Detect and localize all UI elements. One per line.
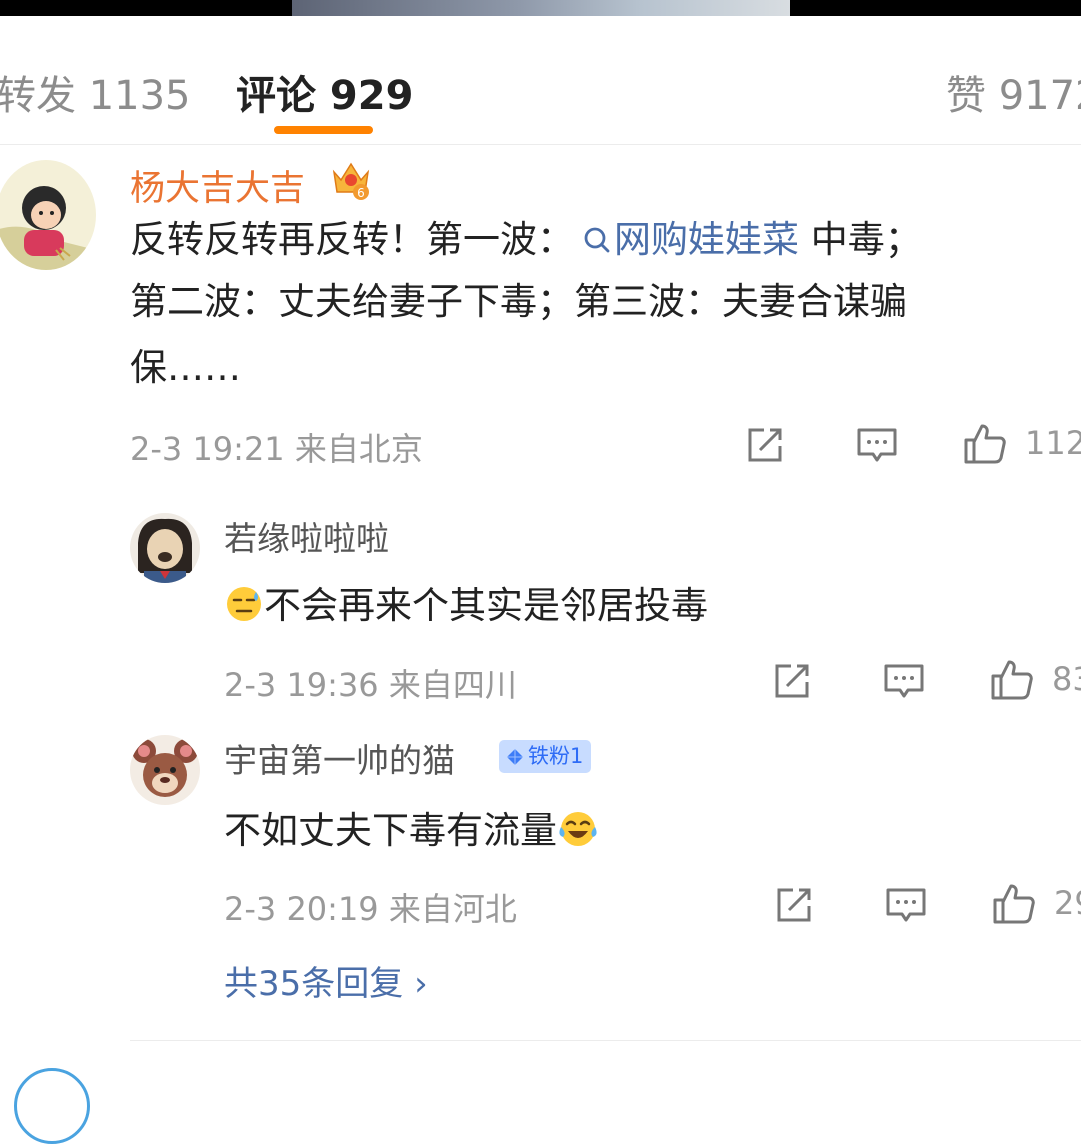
next-comment-avatar[interactable] <box>14 1068 90 1144</box>
grimace-emoji <box>227 587 261 621</box>
fan-badge-label: 铁粉1 <box>528 744 584 768</box>
reply-avatar[interactable] <box>130 513 200 583</box>
topic-text: 网购娃娃菜 <box>614 218 799 261</box>
tab-repost[interactable]: 转发 1135 <box>0 72 191 120</box>
like-count: 29 <box>1054 884 1081 922</box>
status-bar <box>0 0 1081 16</box>
search-icon <box>584 227 610 253</box>
crown-level: 6 <box>357 186 365 200</box>
more-replies-link[interactable]: 共35条回复 › <box>224 956 428 1005</box>
comment-icon[interactable] <box>855 424 899 466</box>
tab-comment[interactable]: 评论 929 <box>236 72 413 120</box>
tab-like[interactable]: 赞 9172 <box>946 72 1081 120</box>
crown-icon: 6 <box>330 156 372 204</box>
comment-text-part2: 中毒； <box>799 218 922 261</box>
reply-username[interactable]: 宇宙第一帅的猫 <box>224 734 455 782</box>
status-bar-strip <box>292 0 790 16</box>
like-icon[interactable] <box>991 880 1037 926</box>
comment-text-line1: 反转反转再反转！第一波： 网购娃娃菜 中毒； <box>130 218 922 262</box>
divider <box>130 1040 1081 1041</box>
comment-username[interactable]: 杨大吉大吉 <box>130 160 305 211</box>
comment-icon[interactable] <box>882 660 926 702</box>
reply-username[interactable]: 若缘啦啦啦 <box>224 512 389 560</box>
avatar[interactable] <box>0 160 96 270</box>
share-icon[interactable] <box>744 424 788 466</box>
reply-text-line: 不会再来个其实是邻居投毒 <box>224 575 708 629</box>
active-tab-indicator <box>274 126 373 134</box>
fan-badge[interactable]: 铁粉1 <box>499 740 592 773</box>
like-count: 83 <box>1052 660 1081 698</box>
reply-text: 不会再来个其实是邻居投毒 <box>264 584 708 627</box>
comment-text-line3: 保…… <box>130 346 241 389</box>
comment-text-part1: 反转反转再反转！第一波： <box>130 218 574 261</box>
like-icon[interactable] <box>989 656 1035 702</box>
reply-meta: 2-3 20:19 来自河北 <box>224 890 517 928</box>
share-icon[interactable] <box>773 884 817 926</box>
reply-text: 不如丈夫下毒有流量 <box>224 809 557 852</box>
reply-text-line: 不如丈夫下毒有流量 <box>224 800 599 854</box>
laugh-cry-emoji <box>559 812 597 846</box>
topic-link[interactable]: 网购娃娃菜 <box>574 218 799 261</box>
share-icon[interactable] <box>771 660 815 702</box>
reply-meta: 2-3 19:36 来自四川 <box>224 666 517 704</box>
diamond-icon <box>507 749 523 765</box>
like-count: 1125 <box>1025 424 1081 462</box>
tab-bar: 转发 1135 评论 929 赞 9172 <box>0 16 1081 145</box>
comment-icon[interactable] <box>884 884 928 926</box>
comment-meta: 2-3 19:21 来自北京 <box>130 430 423 468</box>
reply-avatar[interactable] <box>130 735 200 805</box>
like-icon[interactable] <box>962 420 1008 466</box>
comment-text-line2: 第二波：丈夫给妻子下毒；第三波：夫妻合谋骗 <box>130 280 907 323</box>
